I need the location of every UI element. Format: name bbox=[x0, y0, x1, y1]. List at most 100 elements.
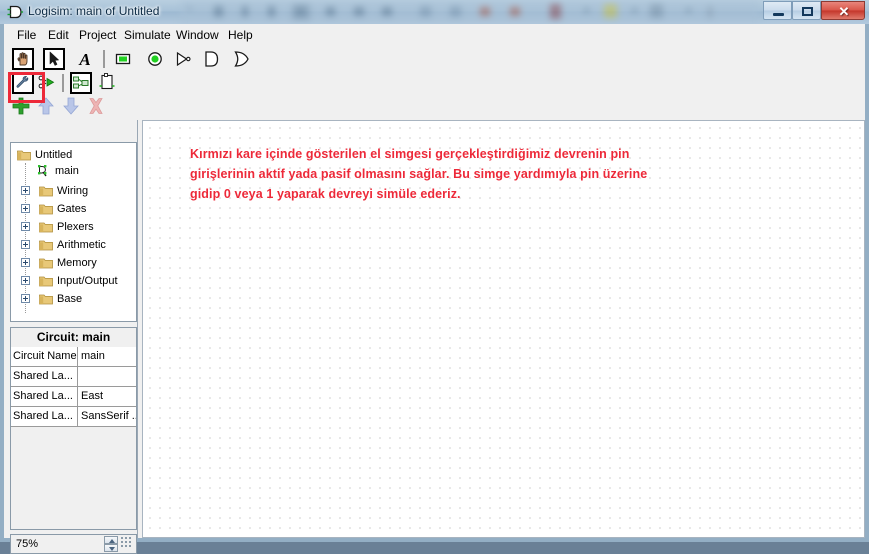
attribute-value[interactable]: East bbox=[79, 387, 136, 406]
annotation-text: Kırmızı kare içinde gösterilen el simges… bbox=[190, 144, 750, 204]
folder-icon bbox=[39, 203, 53, 215]
output-pin-tool[interactable] bbox=[144, 48, 166, 70]
pin-layout-tool[interactable] bbox=[96, 72, 118, 94]
expand-icon-input-output[interactable] bbox=[21, 276, 30, 285]
zoom-level-label: 75% bbox=[16, 538, 39, 550]
menu-window[interactable]: Window bbox=[171, 27, 224, 43]
zoom-status-bar: 75% bbox=[10, 534, 137, 554]
tree-item-main[interactable]: main bbox=[35, 163, 79, 179]
or-gate-tool[interactable] bbox=[230, 48, 252, 70]
circuit-icon bbox=[35, 164, 49, 177]
tree-label-base: Base bbox=[57, 293, 83, 305]
expand-icon-memory[interactable] bbox=[21, 258, 30, 267]
menu-help[interactable]: Help bbox=[223, 27, 258, 43]
expand-icon-arithmetic[interactable] bbox=[21, 240, 30, 249]
not-gate-tool[interactable] bbox=[172, 48, 194, 70]
svg-text:A: A bbox=[78, 50, 90, 69]
expand-icon-gates[interactable] bbox=[21, 204, 30, 213]
attribute-key: Shared La... bbox=[11, 407, 78, 426]
tree-item-memory[interactable]: Memory bbox=[21, 255, 97, 271]
move-up-button[interactable] bbox=[35, 95, 57, 117]
minimize-icon bbox=[773, 13, 784, 16]
tree-label-untitled: Untitled bbox=[35, 149, 73, 161]
simulate-tool[interactable] bbox=[36, 72, 58, 94]
window-title: Logisim: main of Untitled bbox=[28, 4, 160, 18]
toolbar-area: A bbox=[4, 45, 865, 120]
annotation-line-1: Kırmızı kare içinde gösterilen el simges… bbox=[190, 147, 630, 161]
attribute-row-shared-font[interactable]: Shared La... SansSerif ... bbox=[11, 407, 136, 427]
menu-bar: File Edit Project Simulate Window Help bbox=[4, 24, 865, 46]
tree-item-wiring[interactable]: Wiring bbox=[21, 183, 88, 199]
tree-item-arithmetic[interactable]: Arithmetic bbox=[21, 237, 106, 253]
close-button[interactable]: ✕ bbox=[821, 1, 865, 20]
logisim-window: Logisim: main of Untitled ✕ File Edit Pr… bbox=[0, 0, 869, 554]
title-bar: Logisim: main of Untitled ✕ bbox=[0, 0, 869, 24]
zoom-spinner[interactable] bbox=[104, 536, 118, 552]
attribute-value[interactable]: SansSerif ... bbox=[79, 407, 136, 426]
folder-icon bbox=[39, 239, 53, 251]
project-explorer[interactable]: Untitled main Wiring Gates Plexers Arith… bbox=[10, 142, 137, 322]
tree-item-untitled[interactable]: Untitled bbox=[17, 147, 72, 163]
attribute-table: Circuit: main Circuit Name main Shared L… bbox=[10, 327, 137, 530]
toolbar-separator-2 bbox=[62, 74, 64, 92]
menu-edit[interactable]: Edit bbox=[43, 27, 74, 43]
chevron-down-icon bbox=[109, 547, 115, 551]
tree-item-input-output[interactable]: Input/Output bbox=[21, 273, 118, 289]
minimize-button[interactable] bbox=[763, 1, 792, 20]
input-pin-tool[interactable] bbox=[112, 48, 134, 70]
left-panel: Untitled main Wiring Gates Plexers Arith… bbox=[8, 120, 137, 554]
logisim-gate-icon bbox=[7, 4, 23, 20]
close-icon: ✕ bbox=[838, 4, 850, 19]
tree-label-arithmetic: Arithmetic bbox=[57, 239, 106, 251]
folder-icon bbox=[39, 257, 53, 269]
attribute-row-shared-label[interactable]: Shared La... bbox=[11, 367, 136, 387]
subcircuit-tool[interactable] bbox=[70, 72, 92, 94]
delete-button[interactable] bbox=[85, 95, 107, 117]
expand-icon-wiring[interactable] bbox=[21, 186, 30, 195]
text-tool[interactable]: A bbox=[74, 48, 96, 70]
poke-tool[interactable] bbox=[12, 48, 34, 70]
tree-item-gates[interactable]: Gates bbox=[21, 201, 86, 217]
desktop-blur-backdrop bbox=[180, 0, 760, 24]
attribute-value[interactable]: main bbox=[79, 347, 136, 366]
toolbar-row-tools: A bbox=[4, 45, 865, 72]
tree-label-wiring: Wiring bbox=[57, 185, 89, 197]
circuit-canvas[interactable]: Kırmızı kare içinde gösterilen el simges… bbox=[142, 120, 865, 538]
move-down-button[interactable] bbox=[60, 95, 82, 117]
folder-icon bbox=[39, 275, 53, 287]
add-button[interactable] bbox=[10, 95, 32, 117]
attribute-value[interactable] bbox=[79, 367, 136, 386]
resize-grip-icon[interactable] bbox=[121, 537, 135, 551]
and-gate-tool[interactable] bbox=[200, 48, 222, 70]
folder-icon bbox=[39, 293, 53, 305]
attribute-table-header: Circuit: main bbox=[11, 328, 136, 348]
expand-icon-base[interactable] bbox=[21, 294, 30, 303]
zoom-increase-button[interactable] bbox=[104, 536, 118, 544]
attribute-key: Circuit Name bbox=[11, 347, 78, 366]
folder-icon bbox=[17, 149, 31, 161]
chevron-up-icon bbox=[109, 539, 115, 543]
edit-tool[interactable] bbox=[12, 72, 34, 94]
attribute-row-shared-direction[interactable]: Shared La... East bbox=[11, 387, 136, 407]
select-tool[interactable] bbox=[43, 48, 65, 70]
toolbar-row-project bbox=[4, 72, 865, 95]
zoom-decrease-button[interactable] bbox=[104, 544, 118, 552]
folder-icon bbox=[39, 185, 53, 197]
toolbar-separator bbox=[103, 50, 105, 68]
menu-simulate[interactable]: Simulate bbox=[119, 27, 176, 43]
annotation-line-3: gidip 0 veya 1 yaparak devreyi simüle ed… bbox=[190, 187, 461, 201]
tree-item-base[interactable]: Base bbox=[21, 291, 82, 307]
maximize-button[interactable] bbox=[792, 1, 821, 20]
menu-project[interactable]: Project bbox=[74, 27, 121, 43]
expand-icon-plexers[interactable] bbox=[21, 222, 30, 231]
annotation-line-2: girişlerinin aktif yada pasif olmasını s… bbox=[190, 167, 648, 181]
tree-label-gates: Gates bbox=[57, 203, 87, 215]
maximize-icon bbox=[802, 7, 813, 16]
tree-label-main: main bbox=[55, 165, 79, 177]
attribute-row-circuit-name[interactable]: Circuit Name main bbox=[11, 347, 136, 367]
tree-label-memory: Memory bbox=[57, 257, 97, 269]
toolbar-row-edit bbox=[4, 95, 865, 120]
menu-file[interactable]: File bbox=[12, 27, 41, 43]
tree-label-input-output: Input/Output bbox=[57, 275, 118, 287]
tree-item-plexers[interactable]: Plexers bbox=[21, 219, 94, 235]
